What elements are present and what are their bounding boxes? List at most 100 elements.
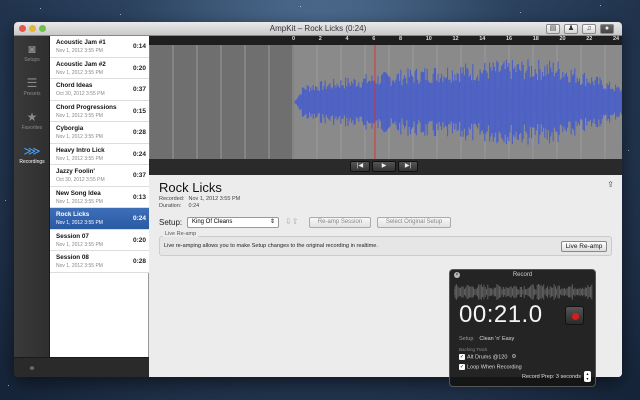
backing-track-button[interactable]: ♫ xyxy=(582,24,596,34)
recording-name: Acoustic Jam #2 xyxy=(56,60,106,68)
record-waveform-path xyxy=(454,284,593,300)
ruler-tick-label: 12 xyxy=(452,36,459,42)
record-panel-title: Record xyxy=(512,272,533,278)
recording-name: Session 07 xyxy=(56,232,89,240)
list-item[interactable]: Session 08 Nov 1, 2012 3:55 PM 0:28 xyxy=(50,251,149,273)
skip-forward-icon: ▶| xyxy=(404,163,412,169)
recording-name: Chord Ideas xyxy=(56,82,93,89)
transport-bar: |◀ ▶ ▶| xyxy=(149,159,622,175)
ruler-tick-label: 18 xyxy=(532,36,539,42)
recording-duration: 0:15 xyxy=(132,107,146,115)
nav-item-favorites[interactable]: ★ Favorites xyxy=(14,110,50,131)
nav-item-presets[interactable]: ☰ Presets xyxy=(14,76,50,97)
ruler-tick-label: 20 xyxy=(559,36,566,42)
recording-duration: 0:20 xyxy=(132,64,146,72)
nav-label: Presets xyxy=(23,91,41,97)
ruler-tick-label: 4 xyxy=(345,36,349,42)
select-original-setup-button[interactable]: Select Original Setup xyxy=(377,217,451,228)
time-ruler: 0 2 4 6 8 10 12 14 16 18 20 22 24 xyxy=(149,36,622,45)
gear-icon[interactable]: ⚙ xyxy=(511,354,516,360)
list-item[interactable]: Acoustic Jam #1 Nov 1, 2012 3:55 PM 0:14 xyxy=(50,36,149,58)
recorded-label: Recorded: xyxy=(159,196,185,202)
waveform-graphic xyxy=(149,45,622,159)
previous-button[interactable]: |◀ xyxy=(350,161,370,172)
setup-label: Setup: xyxy=(159,218,183,227)
recording-date: Nov 1, 2012 3:55 PM xyxy=(56,155,103,162)
nav-label: Favorites xyxy=(21,125,43,131)
list-item[interactable]: Session 07 Nov 1, 2012 3:55 PM 0:20 xyxy=(50,229,149,251)
list-footer xyxy=(50,357,149,377)
recording-duration: 0:28 xyxy=(132,129,146,136)
recording-date: Nov 1, 2012 3:55 PM xyxy=(56,48,103,54)
recordings-list: Session 08 Nov 1, 2012 3:55 PM 0:28 Session… xyxy=(50,36,149,377)
backing-track-row: ✓ Alt Drums @120 ⚙ xyxy=(459,354,516,360)
list-item[interactable]: Cyborgia Nov 1, 2012 3:55 PM 0:28 xyxy=(50,122,149,144)
loop-checkbox[interactable]: ✓ xyxy=(459,364,465,370)
setup-select[interactable]: King Of Cleans ⇕ xyxy=(187,217,279,228)
recording-date: Nov 1, 2012 3:55 PM xyxy=(56,263,103,269)
play-button[interactable]: ▶ xyxy=(372,161,396,172)
live-reamp-description: Live re-amping allows you to make Setup … xyxy=(164,243,378,249)
waveform-path xyxy=(294,59,622,145)
arrow-down-icon[interactable]: ⇩ xyxy=(285,217,292,226)
record-dot-icon xyxy=(572,313,579,320)
recording-date: Oct 30, 2012 3:55 PM xyxy=(56,91,105,97)
recording-duration: 0:20 xyxy=(132,236,146,244)
list-item[interactable]: Chord Ideas Oct 30, 2012 3:55 PM 0:37 xyxy=(50,79,149,101)
nav-footer: ⚭ xyxy=(14,357,50,377)
ruler-tick-label: 0 xyxy=(292,36,296,42)
recording-title: Rock Licks xyxy=(159,180,222,195)
next-button[interactable]: ▶| xyxy=(398,161,418,172)
recorded-row: Recorded: Nov 1, 2012 3:55 PM xyxy=(159,196,240,202)
recording-date: Nov 1, 2012 3:55 PM xyxy=(56,69,103,76)
live-reamp-button[interactable]: Live Re-amp xyxy=(561,241,607,252)
record-prep-label: Record Prep: 3 seconds xyxy=(521,374,581,380)
recording-duration: 0:13 xyxy=(132,193,146,201)
record-panel-button[interactable]: ● xyxy=(600,24,614,34)
reamp-session-button[interactable]: Re-amp Session xyxy=(309,217,371,228)
list-item[interactable]: New Song Idea Nov 1, 2012 3:55 PM 0:13 xyxy=(50,186,149,208)
record-button[interactable] xyxy=(565,306,584,325)
link-icon[interactable]: ⚭ xyxy=(28,363,36,373)
ruler-tick-label: 16 xyxy=(506,36,513,42)
recording-duration: 0:24 xyxy=(132,215,146,222)
backing-track-checkbox[interactable]: ✓ xyxy=(459,354,465,360)
recording-name: Rock Licks xyxy=(56,211,90,218)
recording-duration: 0:37 xyxy=(132,86,146,93)
recording-duration: 0:14 xyxy=(132,43,146,50)
ruler-tick-label: 22 xyxy=(586,36,593,42)
waveform-view[interactable] xyxy=(149,45,622,159)
window-title: AmpKit – Rock Licks (0:24) xyxy=(269,24,367,33)
list-item[interactable]: Jazzy Foolin' Oct 30, 2012 3:55 PM 0:37 xyxy=(50,165,149,187)
recording-date: Nov 1, 2012 3:55 PM xyxy=(56,241,103,248)
loop-label: Loop When Recording xyxy=(467,364,522,371)
list-view-button[interactable]: ▤ xyxy=(546,24,560,34)
star-icon: ★ xyxy=(26,110,38,124)
tuner-button[interactable]: ♟ xyxy=(564,24,578,34)
recorded-value: Nov 1, 2012 3:55 PM xyxy=(188,196,241,202)
record-toggle-icon: ● xyxy=(604,25,610,32)
record-prep-stepper[interactable]: ▴ ▾ xyxy=(584,371,591,382)
record-setup-row: Setup Clean 'n' Easy xyxy=(459,336,514,342)
arrow-up-icon[interactable]: ⇧ xyxy=(292,217,299,226)
waveform-icon: ⋙ xyxy=(23,144,41,158)
list-item[interactable]: Chord Progressions Nov 1, 2012 3:55 PM 0:1… xyxy=(50,100,149,122)
recording-name: Heavy Intro Lick xyxy=(56,146,105,154)
list-item[interactable]: Heavy Intro Lick Nov 1, 2012 3:55 PM 0:24 xyxy=(50,143,149,165)
person-icon: ♟ xyxy=(567,25,575,32)
nav-label: Setups xyxy=(24,57,40,63)
live-reamp-label: Live Re-amp xyxy=(163,231,199,237)
list-item[interactable]: Acoustic Jam #2 Nov 1, 2012 3:55 PM 0:20 xyxy=(50,57,149,79)
nav-item-recordings[interactable]: ⋙ Recordings xyxy=(14,144,50,165)
share-icon[interactable]: ⇪ xyxy=(607,180,614,189)
record-panel: × Record 00:21.0 Setup Clean 'n' Easy Bac… xyxy=(449,269,596,387)
recording-duration: 0:37 xyxy=(132,172,146,179)
record-level-waveform xyxy=(454,284,593,300)
ruler-tick-label: 14 xyxy=(479,36,486,42)
nav-item-setups[interactable]: ◙ Setups xyxy=(14,42,50,63)
loop-row: ✓ Loop When Recording xyxy=(459,364,522,370)
backing-track-label: Backing Track xyxy=(459,347,488,352)
list-item[interactable]: Rock Licks Nov 1, 2012 3:55 PM 0:24 xyxy=(50,208,149,230)
select-chevron-icon: ⇕ xyxy=(269,219,275,225)
ruler-tick-label: 8 xyxy=(399,36,403,42)
